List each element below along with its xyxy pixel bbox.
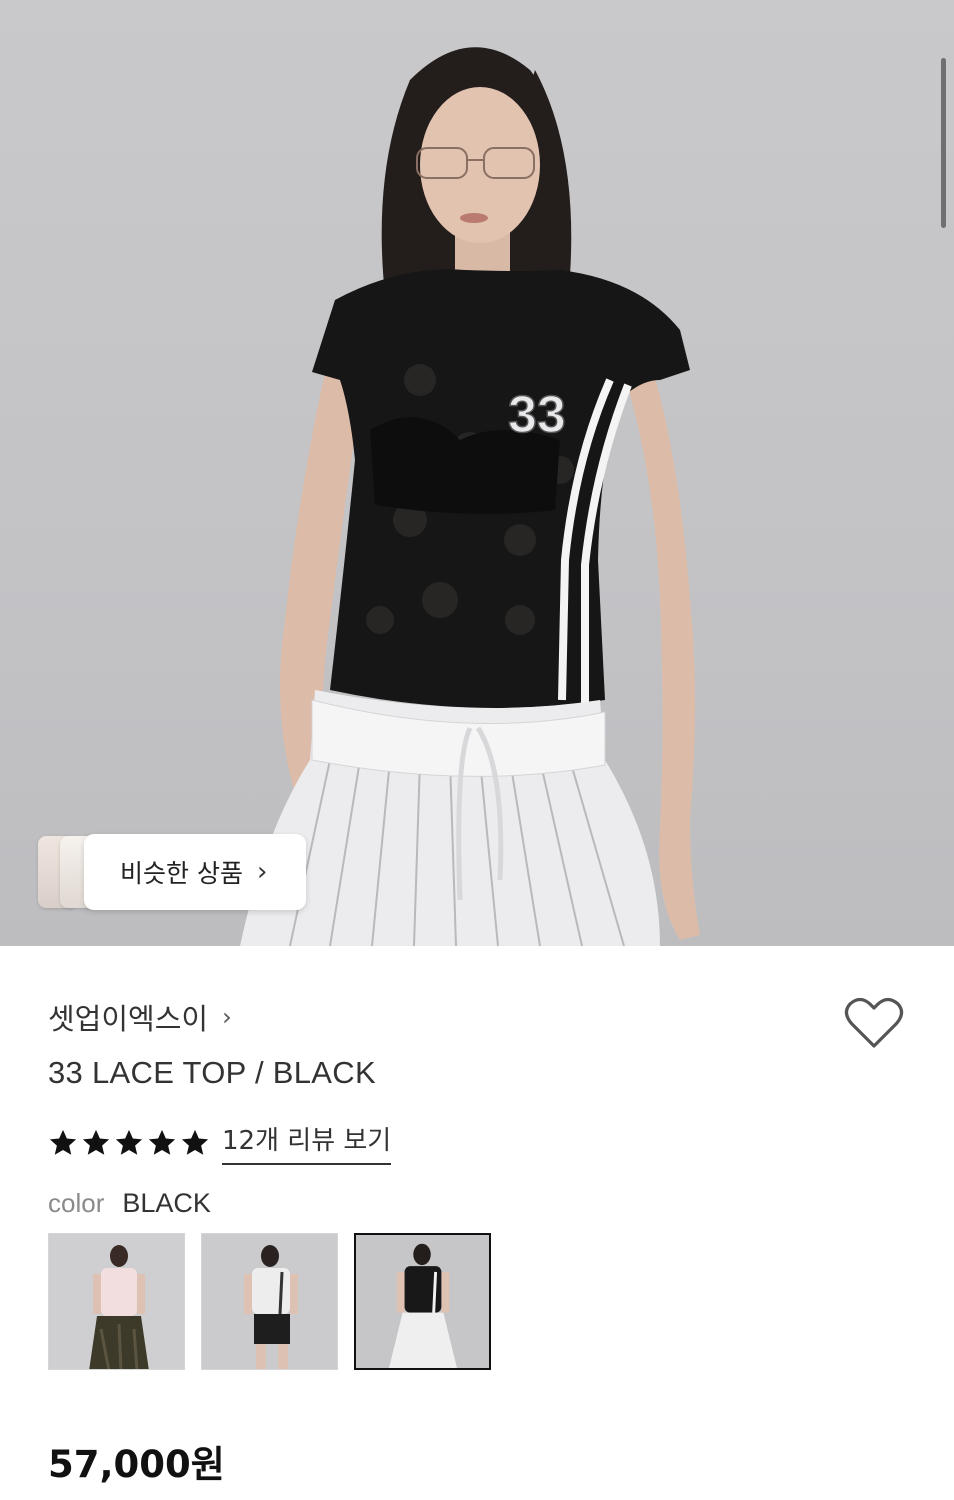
color-option-image [356,1235,489,1368]
similar-products-button[interactable]: 비슷한 상품 › [84,834,306,910]
price: 57,000원 [48,1443,225,1486]
color-option-black[interactable] [354,1233,491,1370]
star-rating [48,1128,210,1158]
similar-products-chip[interactable]: 비슷한 상품 › [38,834,306,910]
rating-row: 12개 리뷰 보기 [48,1120,392,1165]
color-options [48,1233,491,1370]
heart-outline-icon[interactable] [844,996,904,1050]
chevron-right-icon: › [222,1003,232,1031]
star-filled-icon [49,1129,77,1155]
star-filled-icon [181,1129,209,1155]
color-value: BLACK [122,1188,211,1218]
chevron-right-icon: › [256,857,268,887]
color-row: color BLACK [48,1188,211,1219]
star-filled-icon [148,1129,176,1155]
review-link[interactable]: 12개 리뷰 보기 [222,1120,392,1165]
star-filled-icon [82,1129,110,1155]
brand-link[interactable]: 셋업이엑스이 › [48,996,232,1038]
color-option-pink[interactable] [48,1233,185,1370]
color-option-image [49,1234,184,1369]
scrollbar[interactable] [941,58,946,228]
color-option-white[interactable] [201,1233,338,1370]
star-filled-icon [115,1129,143,1155]
product-title: 33 LACE TOP / BLACK [48,1055,376,1090]
similar-products-label: 비슷한 상품 [120,859,243,888]
jersey-number: 33 [508,386,566,444]
product-hero-image[interactable]: 33 비슷한 상품 › [0,0,954,946]
brand-name: 셋업이엑스이 [48,1002,209,1036]
color-label: color [48,1188,105,1218]
color-option-image [202,1234,337,1369]
model-photo: 33 [240,47,700,946]
